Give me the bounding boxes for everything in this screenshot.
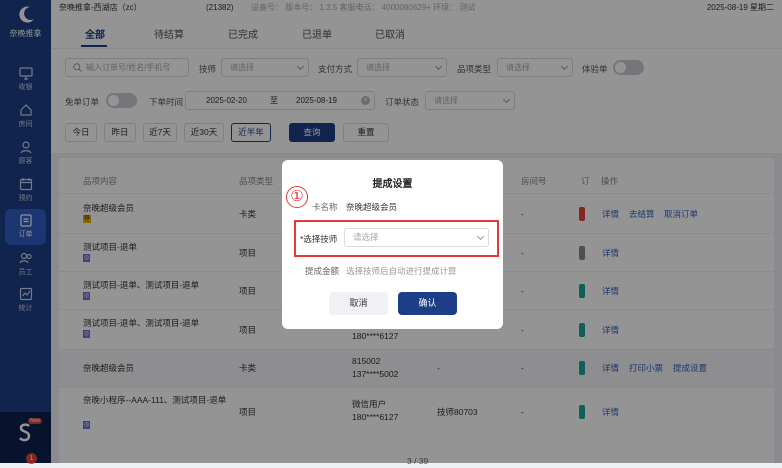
step-marker: ① xyxy=(286,186,308,208)
cancel-button[interactable]: 取消 xyxy=(329,292,388,315)
dialog-title: 提成设置 xyxy=(372,179,413,190)
confirm-button[interactable]: 确认 xyxy=(398,292,457,315)
highlight-box xyxy=(294,220,499,257)
commission-amount-label: 提成金额 xyxy=(305,266,340,276)
card-name-label: 卡名称 xyxy=(312,202,338,212)
card-name-value: 奈晚超级会员 xyxy=(346,202,398,212)
commission-amount-hint: 选择技师后自动进行提成计算 xyxy=(346,266,457,276)
commission-settings-dialog: 提成设置 卡名称 奈晚超级会员 *选择技师 请选择 提成金额 选择技师后自动进行… xyxy=(282,160,503,329)
